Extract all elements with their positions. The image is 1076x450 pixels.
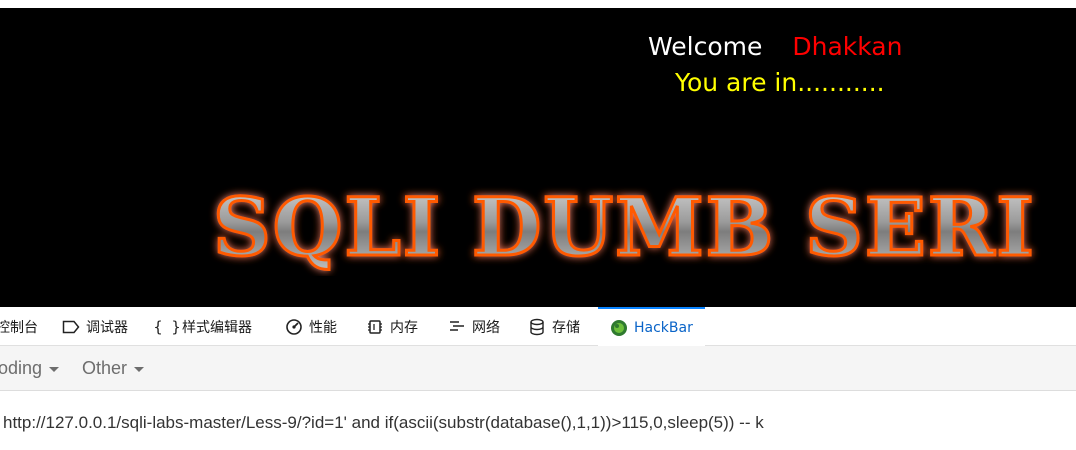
tab-console[interactable]: 控制台 (0, 307, 38, 346)
tab-memory[interactable]: 内存 (366, 307, 418, 346)
tab-hackbar[interactable]: HackBar (598, 307, 705, 346)
tab-label: 性能 (309, 319, 337, 336)
storage-icon (528, 318, 546, 336)
menu-label: oding (0, 358, 43, 378)
hackbar-icon (610, 319, 628, 337)
banner-title: SQLI DUMB SERI (212, 179, 1036, 276)
tab-debugger[interactable]: 调试器 (62, 307, 128, 346)
chevron-down-icon (49, 367, 60, 372)
username-text: Dhakkan (792, 32, 903, 61)
tab-network[interactable]: 网络 (448, 307, 500, 346)
top-strip (0, 0, 1076, 8)
tab-label: HackBar (634, 319, 693, 336)
memory-icon (366, 318, 384, 336)
url-text[interactable]: http://127.0.0.1/sqli-labs-master/Less-9… (3, 413, 764, 433)
status-message: You are in........... (675, 68, 885, 97)
performance-icon (285, 318, 303, 336)
tab-label: 存储 (552, 319, 580, 336)
tab-performance[interactable]: 性能 (285, 307, 337, 346)
welcome-text: Welcome (648, 32, 763, 61)
tab-label: 内存 (390, 319, 418, 336)
network-icon (448, 318, 466, 336)
hackbar-toolbar: oding Other (0, 346, 1076, 391)
url-input[interactable]: http://127.0.0.1/sqli-labs-master/Less-9… (0, 391, 1076, 450)
tab-storage[interactable]: 存储 (528, 307, 580, 346)
debugger-icon (62, 318, 80, 336)
encoding-menu[interactable]: oding (0, 346, 60, 391)
welcome-line: Welcome Dhakkan (648, 32, 902, 61)
page-viewport: Welcome Dhakkan You are in........... SQL… (0, 8, 1076, 307)
tab-label: 控制台 (0, 319, 38, 336)
banner-title-text: SQLI DUMB SERI (213, 180, 1036, 274)
tab-label: 样式编辑器 (182, 319, 252, 336)
menu-label: Other (82, 358, 128, 378)
other-menu[interactable]: Other (82, 346, 145, 391)
tab-label: 网络 (472, 319, 500, 336)
tab-label: 调试器 (86, 319, 128, 336)
tab-style-editor[interactable]: { } 样式编辑器 (153, 307, 252, 346)
devtools-tab-bar: 控制台 调试器 { } 样式编辑器 性能 内存 网络 存储 HackBar (0, 307, 1076, 346)
braces-icon: { } (153, 317, 181, 336)
chevron-down-icon (134, 367, 145, 372)
